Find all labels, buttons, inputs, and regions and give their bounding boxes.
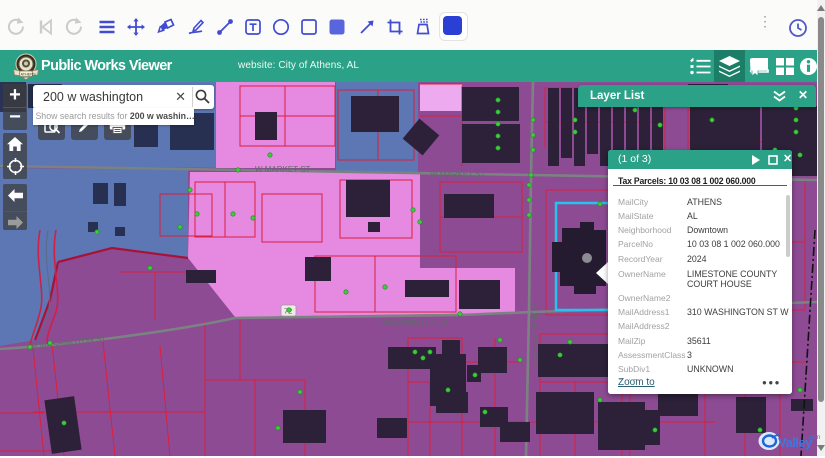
svg-text:W MARKET ST: W MARKET ST [255, 165, 311, 174]
svg-text:W MARKET ST: W MARKET ST [430, 170, 486, 179]
svg-text:.com: .com [808, 434, 820, 441]
svg-text:ATHENS: ATHENS [21, 72, 37, 76]
svg-text:WASHINGTON ST: WASHINGTON ST [382, 318, 449, 327]
